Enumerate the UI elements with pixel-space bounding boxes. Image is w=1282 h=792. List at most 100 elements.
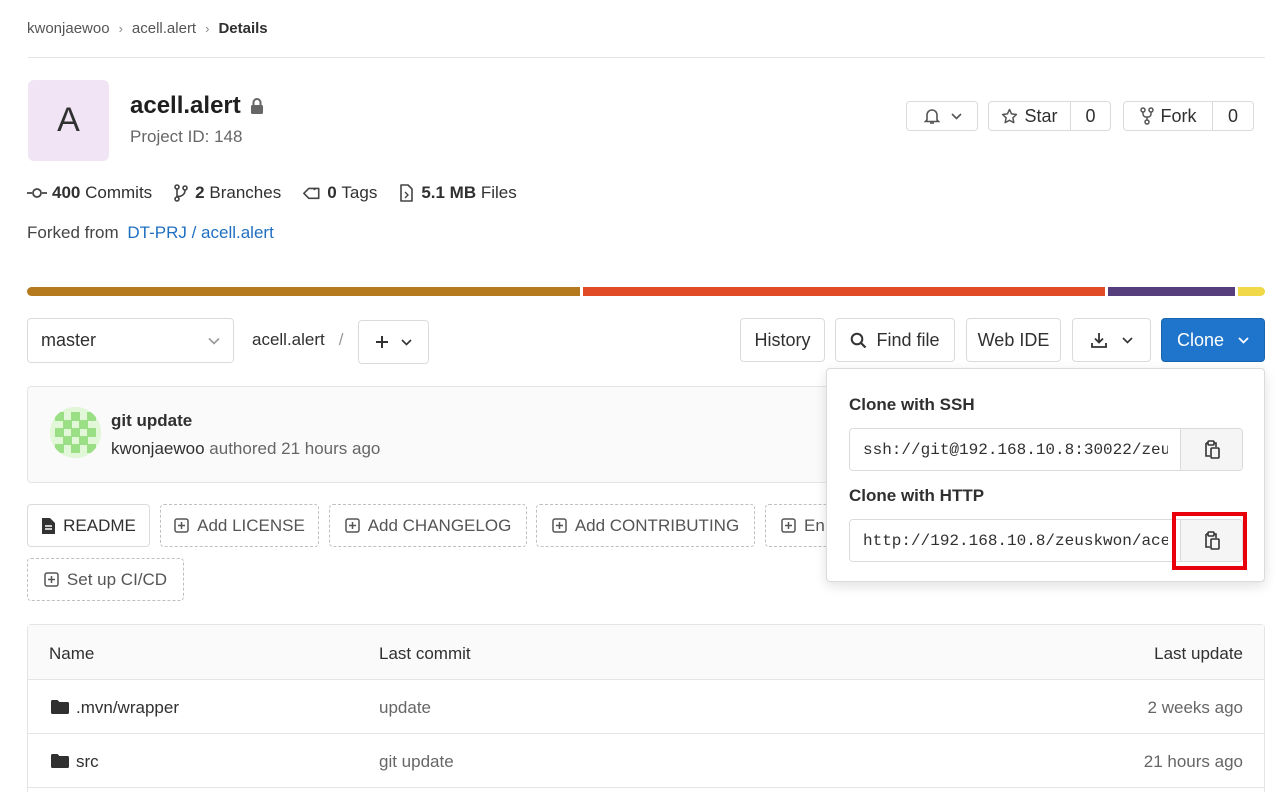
tags-label: Tags: [341, 183, 378, 202]
branches-count: 2: [195, 183, 205, 202]
project-stats: 400 Commits 2 Branches 0 Tags 5.1 MB Fil…: [27, 182, 517, 204]
download-icon: [1090, 331, 1108, 349]
folder-icon: [51, 754, 69, 768]
repo-path-root[interactable]: acell.alert: [252, 330, 325, 350]
files-stat[interactable]: 5.1 MB Files: [399, 183, 517, 203]
tags-stat[interactable]: 0 Tags: [303, 183, 377, 203]
add-to-tree-dropdown[interactable]: [358, 320, 429, 364]
branches-stat[interactable]: 2 Branches: [174, 183, 281, 203]
language-bar-segment[interactable]: [1108, 287, 1235, 296]
setup-cicd-label: Set up CI/CD: [66, 569, 168, 589]
forked-from-prefix: Forked from: [27, 223, 119, 242]
history-label: History: [754, 329, 811, 350]
table-row[interactable]: src git update 21 hours ago: [28, 735, 1264, 788]
breadcrumb-item-project[interactable]: acell.alert: [132, 20, 196, 37]
add-license-label: Add LICENSE: [197, 515, 305, 535]
star-label: Star: [1024, 105, 1058, 126]
add-changelog-label: Add CHANGELOG: [367, 515, 512, 535]
star-count[interactable]: 0: [1070, 101, 1111, 131]
file-last-update: 2 weeks ago: [1147, 698, 1243, 717]
web-ide-label: Web IDE: [977, 329, 1050, 350]
breadcrumb-item-owner[interactable]: kwonjaewoo: [27, 20, 110, 37]
file-last-commit[interactable]: update: [379, 698, 431, 718]
add-license-button[interactable]: Add LICENSE: [160, 504, 319, 547]
clone-ssh-title: Clone with SSH: [849, 395, 975, 414]
plus-square-icon: [552, 518, 567, 533]
fork-count[interactable]: 0: [1212, 101, 1254, 131]
project-avatar: A: [28, 80, 109, 161]
readme-button[interactable]: README: [27, 504, 150, 547]
clone-ssh-input-group: [849, 428, 1243, 471]
author-avatar[interactable]: [50, 407, 101, 458]
setup-cicd-button[interactable]: Set up CI/CD: [27, 558, 184, 601]
add-contributing-button[interactable]: Add CONTRIBUTING: [536, 504, 755, 547]
star-count-value: 0: [1085, 105, 1096, 126]
chevron-right-icon: ›: [118, 20, 123, 36]
file-name[interactable]: .mvn/wrapper: [76, 698, 179, 718]
history-button[interactable]: History: [740, 318, 825, 362]
files-label: Files: [480, 183, 517, 202]
forked-from-link[interactable]: DT-PRJ / acell.alert: [127, 223, 273, 242]
copy-ssh-url-button[interactable]: [1180, 429, 1242, 470]
breadcrumb: kwonjaewoo › acell.alert › Details: [27, 18, 268, 38]
clone-http-title: Clone with HTTP: [849, 486, 985, 505]
notification-dropdown[interactable]: [906, 101, 978, 131]
branches-label: Branches: [209, 183, 282, 202]
chevron-down-icon: [1122, 336, 1133, 344]
star-button[interactable]: Star: [988, 101, 1071, 131]
commit-title[interactable]: git update: [111, 411, 192, 431]
forked-from: Forked from DT-PRJ / acell.alert: [27, 223, 274, 243]
fork-button[interactable]: Fork: [1123, 101, 1213, 131]
plus-square-icon: [44, 572, 59, 587]
web-ide-button[interactable]: Web IDE: [966, 318, 1061, 362]
file-last-update: 21 hours ago: [1143, 752, 1243, 771]
column-header-name: Name: [49, 644, 95, 663]
commit-author[interactable]: kwonjaewoo: [111, 439, 205, 458]
add-changelog-button[interactable]: Add CHANGELOG: [329, 504, 527, 547]
column-header-last-commit: Last commit: [379, 644, 471, 663]
clone-dropdown-button[interactable]: Clone: [1161, 318, 1265, 362]
plus-square-icon: [174, 518, 189, 533]
commits-label: Commits: [85, 183, 153, 202]
folder-icon: [51, 700, 69, 714]
file-name[interactable]: src: [76, 752, 99, 772]
plus-icon: [375, 335, 389, 349]
language-bar-segment[interactable]: [583, 287, 1106, 296]
file-last-commit[interactable]: git update: [379, 752, 454, 772]
chevron-down-icon: [950, 112, 962, 120]
highlight-box: [1172, 512, 1247, 570]
enable-label: En: [804, 515, 825, 535]
readme-label: README: [63, 515, 136, 535]
table-row[interactable]: .mvn/wrapper update 2 weeks ago: [28, 681, 1264, 734]
chevron-right-icon: ›: [205, 20, 210, 36]
clone-http-url-input[interactable]: [850, 520, 1181, 561]
file-text-icon: [41, 517, 56, 535]
file-table: Name Last commit Last update .mvn/wrappe…: [27, 624, 1265, 792]
commit-icon: [27, 187, 47, 199]
lock-icon: [249, 97, 265, 115]
tag-icon: [303, 184, 321, 202]
repository-language-bar: [27, 287, 1265, 296]
file-table-header: [28, 625, 1264, 680]
project-title-row: acell.alert: [130, 92, 265, 120]
language-bar-segment[interactable]: [27, 287, 581, 296]
column-header-last-update: Last update: [1154, 644, 1243, 663]
clone-label: Clone: [1176, 329, 1225, 350]
fork-icon: [1139, 107, 1154, 125]
download-dropdown[interactable]: [1072, 318, 1151, 362]
find-file-button[interactable]: Find file: [835, 318, 955, 362]
language-bar-segment[interactable]: [1237, 287, 1265, 296]
fork-label: Fork: [1160, 105, 1197, 126]
repo-path-separator: /: [338, 330, 344, 349]
clone-ssh-url-input[interactable]: [850, 429, 1181, 470]
plus-square-icon: [344, 518, 360, 533]
plus-square-icon: [781, 518, 796, 533]
project-id: Project ID: 148: [130, 127, 243, 146]
find-file-label: Find file: [876, 329, 940, 350]
enable-button[interactable]: En: [765, 504, 835, 547]
file-archive-icon: [399, 184, 414, 202]
commits-stat[interactable]: 400 Commits: [27, 183, 152, 203]
commits-count: 400: [52, 183, 81, 202]
files-size: 5.1 MB: [421, 183, 477, 202]
branch-selector[interactable]: master: [27, 318, 234, 363]
